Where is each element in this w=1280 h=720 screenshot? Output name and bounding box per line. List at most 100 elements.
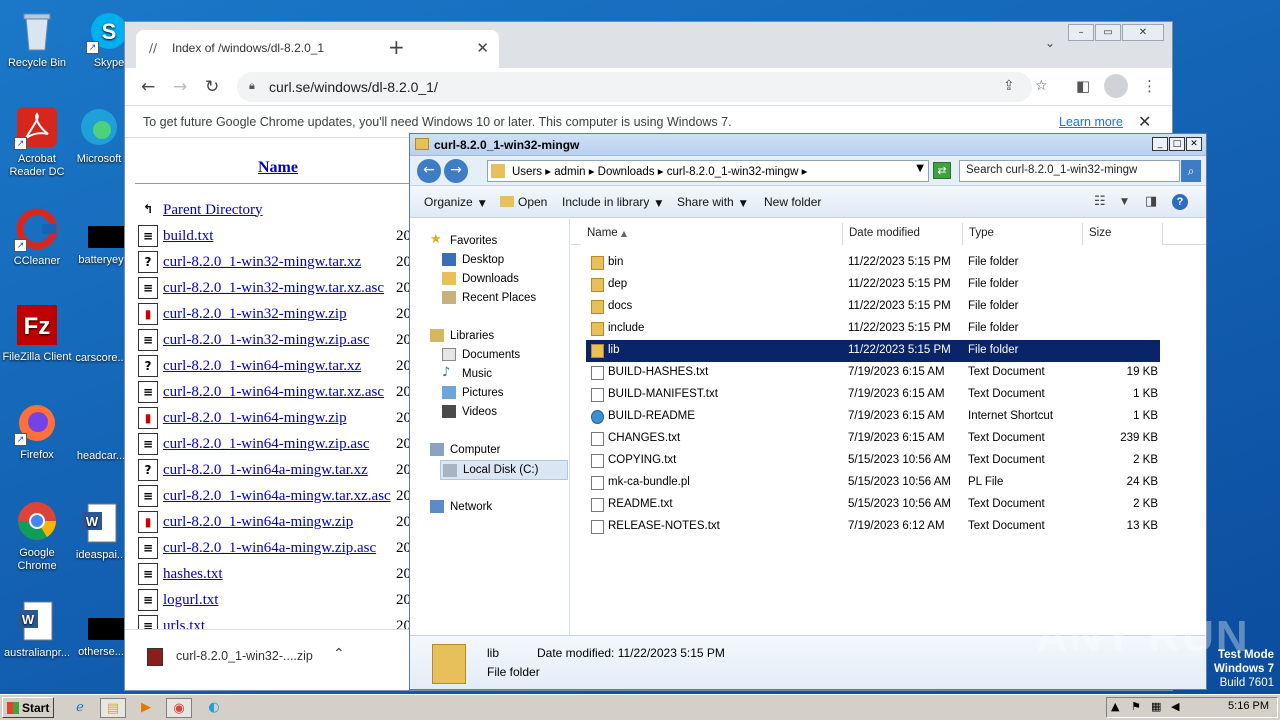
refresh-icon[interactable]: ⇄ (933, 162, 951, 179)
table-row[interactable]: include 11/22/2023 5:15 PM File folder (586, 318, 1160, 340)
clock[interactable]: 5:16 PM (1228, 700, 1269, 712)
nav-documents[interactable]: Documents (442, 348, 520, 361)
chevron-down-icon[interactable]: ▼ (916, 163, 924, 174)
nav-libraries[interactable]: Libraries (430, 329, 494, 342)
tab-index-of-windows[interactable]: ∕∕ Index of /windows/dl-8.2.0_1 ✕ (136, 30, 499, 68)
file-link[interactable]: curl-8.2.0_1-win32-mingw.tar.xz.asc (163, 280, 384, 297)
new-folder-button[interactable]: New folder (764, 195, 821, 209)
explorer-title-bar[interactable]: curl-8.2.0_1-win32-mingw _ □ ✕ (410, 134, 1206, 156)
forward-arrow-icon[interactable]: → (444, 159, 468, 183)
network-tray-icon[interactable]: ▦ (1151, 700, 1161, 713)
file-link[interactable]: curl-8.2.0_1-win64-mingw.zip (163, 410, 347, 427)
column-header-size[interactable]: Size (1083, 223, 1163, 245)
tab-search-chevron-icon[interactable]: ⌄ (1045, 36, 1055, 50)
nav-music[interactable]: ♪ Music (442, 366, 492, 380)
reload-icon[interactable]: ↻ (205, 77, 219, 97)
close-window-button[interactable]: ✕ (1186, 137, 1202, 151)
start-button[interactable]: Start (2, 697, 54, 718)
minimize-button[interactable]: – (1068, 24, 1094, 41)
chevron-up-icon[interactable]: ⌃ (333, 646, 345, 662)
back-arrow-icon[interactable]: ← (417, 159, 441, 183)
learn-more-link[interactable]: Learn more (1059, 115, 1123, 129)
tray-expand-icon[interactable]: ▲ (1111, 700, 1119, 713)
table-row[interactable]: CHANGES.txt 7/19/2023 6:15 AM Text Documen… (586, 428, 1160, 450)
nav-favorites[interactable]: ★ Favorites (430, 233, 497, 247)
file-link[interactable]: curl-8.2.0_1-win64-mingw.zip.asc (163, 436, 369, 453)
nav-pictures[interactable]: Pictures (442, 386, 504, 399)
table-row[interactable]: BUILD-README 7/19/2023 6:15 AM Internet Sh… (586, 406, 1160, 428)
nav-downloads[interactable]: Downloads (442, 272, 519, 285)
file-link[interactable]: hashes.txt (163, 566, 223, 583)
search-icon[interactable]: ⌕ (1181, 160, 1201, 182)
file-link[interactable]: build.txt (163, 228, 213, 245)
file-link[interactable]: curl-8.2.0_1-win64a-mingw.tar.xz (163, 462, 368, 479)
search-input[interactable]: Search curl-8.2.0_1-win32-mingw (959, 160, 1180, 182)
file-link[interactable]: curl-8.2.0_1-win32-mingw.zip (163, 306, 347, 323)
table-row[interactable]: BUILD-HASHES.txt 7/19/2023 6:15 AM Text Do… (586, 362, 1160, 384)
close-window-button[interactable]: ✕ (1122, 24, 1164, 41)
preview-pane-icon[interactable]: ◨ (1145, 194, 1157, 209)
share-icon[interactable]: ⇪ (1003, 78, 1015, 94)
change-view-icon[interactable]: ☷ (1094, 194, 1106, 209)
file-link[interactable]: curl-8.2.0_1-win32-mingw.zip.asc (163, 332, 369, 349)
edge-taskbar-icon[interactable]: ◐ (201, 698, 227, 718)
table-row[interactable]: RELEASE-NOTES.txt 7/19/2023 6:12 AM Text D… (586, 516, 1160, 538)
profile-avatar-icon[interactable] (1104, 74, 1128, 98)
column-name-link[interactable]: Name (258, 159, 298, 177)
nav-computer[interactable]: Computer (430, 443, 501, 456)
volume-icon[interactable]: ◀ (1171, 700, 1179, 713)
minimize-button[interactable]: _ (1152, 137, 1168, 151)
table-row[interactable]: docs 11/22/2023 5:15 PM File folder (586, 296, 1160, 318)
table-row[interactable]: COPYING.txt 5/15/2023 10:56 AM Text Docume… (586, 450, 1160, 472)
explorer-taskbar-icon[interactable]: ▤ (100, 698, 126, 718)
file-link[interactable]: curl-8.2.0_1-win64-mingw.tar.xz (163, 358, 361, 375)
table-row[interactable]: bin 11/22/2023 5:15 PM File folder (586, 252, 1160, 274)
desktop-icon-australianpr[interactable]: W australianpr... (0, 598, 74, 660)
download-item-name[interactable]: curl-8.2.0_1-win32-....zip (176, 649, 313, 663)
file-link[interactable]: curl-8.2.0_1-win64-mingw.tar.xz.asc (163, 384, 384, 401)
table-row[interactable]: BUILD-MANIFEST.txt 7/19/2023 6:15 AM Text … (586, 384, 1160, 406)
nav-videos[interactable]: Videos (442, 405, 497, 418)
forward-arrow-icon[interactable]: → (173, 77, 187, 97)
maximize-button[interactable]: □ (1169, 137, 1185, 151)
file-link[interactable]: curl-8.2.0_1-win32-mingw.tar.xz (163, 254, 361, 271)
share-with-button[interactable]: Share with ▼ (677, 195, 747, 209)
infobar-close-icon[interactable]: ✕ (1138, 112, 1151, 131)
include-in-library-button[interactable]: Include in library ▼ (562, 195, 662, 209)
chevron-down-icon[interactable]: ▼ (1121, 197, 1128, 207)
nav-recent-places[interactable]: Recent Places (442, 291, 536, 304)
address-bar[interactable]: 🔒︎ curl.se/windows/dl-8.2.0_1/ ⇪ ☆ (237, 72, 1048, 102)
desktop-icon-ccleaner[interactable]: ↗ CCleaner (0, 206, 74, 268)
lock-icon[interactable]: 🔒︎ (249, 79, 255, 93)
action-center-icon[interactable]: ⚑ (1131, 700, 1141, 713)
file-link[interactable]: curl-8.2.0_1-win64a-mingw.zip (163, 514, 353, 531)
table-row[interactable]: README.txt 5/15/2023 10:56 AM Text Documen… (586, 494, 1160, 516)
parent-directory-link[interactable]: Parent Directory (163, 202, 263, 219)
maximize-button[interactable]: ▭ (1095, 24, 1121, 41)
nav-desktop[interactable]: Desktop (442, 253, 504, 266)
desktop-icon-recycle-bin[interactable]: Recycle Bin (0, 8, 74, 70)
tab-close-icon[interactable]: ✕ (476, 39, 489, 57)
desktop-icon-filezilla[interactable]: Fz FileZilla Client (0, 302, 74, 364)
file-link[interactable]: logurl.txt (163, 592, 218, 609)
new-tab-button[interactable]: + (388, 35, 405, 59)
desktop-icon-chrome[interactable]: Google Chrome (0, 498, 74, 573)
desktop-icon-firefox[interactable]: ↗ Firefox (0, 400, 74, 462)
internet-explorer-icon[interactable]: ℯ (67, 698, 93, 718)
file-link[interactable]: curl-8.2.0_1-win64a-mingw.tar.xz.asc (163, 488, 391, 505)
breadcrumb[interactable]: Users ▸ admin ▸ Downloads ▸ curl-8.2.0_1… (487, 160, 929, 182)
nav-local-disk[interactable]: Local Disk (C:) (440, 460, 568, 480)
media-player-icon[interactable]: ▶ (133, 698, 159, 718)
file-link[interactable]: curl-8.2.0_1-win64a-mingw.zip.asc (163, 540, 376, 557)
column-header-type[interactable]: Type (963, 223, 1083, 245)
column-header-date[interactable]: Date modified (843, 223, 963, 245)
side-panel-icon[interactable]: ◧ (1076, 77, 1090, 95)
organize-button[interactable]: Organize ▼ (424, 195, 486, 209)
menu-kebab-icon[interactable]: ⋮ (1142, 77, 1157, 95)
breadcrumb-path[interactable]: Users ▸ admin ▸ Downloads ▸ curl-8.2.0_1… (512, 164, 807, 178)
chrome-taskbar-icon[interactable]: ◉ (166, 698, 192, 718)
open-button[interactable]: Open (500, 195, 547, 209)
help-icon[interactable]: ? (1172, 194, 1188, 210)
bookmark-star-icon[interactable]: ☆ (1035, 78, 1048, 94)
table-row[interactable]: lib 11/22/2023 5:15 PM File folder (586, 340, 1160, 362)
